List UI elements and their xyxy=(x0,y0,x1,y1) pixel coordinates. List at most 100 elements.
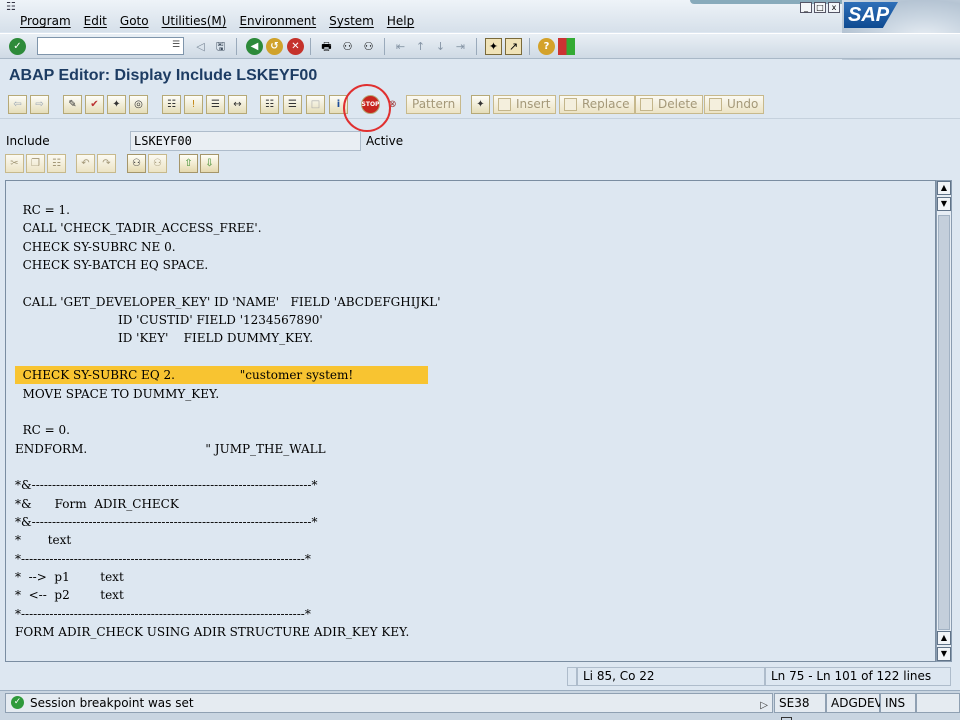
concatenate-icon[interactable]: ✦ xyxy=(471,95,490,114)
redo-edit-icon[interactable]: ↷ xyxy=(97,154,116,173)
next-object-icon[interactable]: ⇨ xyxy=(30,95,49,114)
separator xyxy=(310,38,311,55)
code-line[interactable]: *---------------------------------------… xyxy=(15,605,311,623)
delete-button[interactable]: Delete xyxy=(635,95,704,114)
code-line[interactable]: RC = 1. xyxy=(15,201,70,219)
menu-help[interactable]: Help xyxy=(387,14,414,28)
back-icon[interactable]: ◀ xyxy=(246,38,263,55)
system-menu-icon[interactable]: ☷ xyxy=(6,1,18,13)
undo-button[interactable]: Undo xyxy=(704,95,765,114)
previous-object-icon[interactable]: ⇦ xyxy=(8,95,27,114)
code-line[interactable]: FORM ADIR_CHECK USING ADIR STRUCTURE ADI… xyxy=(15,623,409,641)
first-page-icon[interactable]: ⇤ xyxy=(392,38,409,55)
code-line[interactable]: CHECK SY-BATCH EQ SPACE. xyxy=(15,256,209,274)
copy-icon[interactable]: ❐ xyxy=(26,154,45,173)
code-line[interactable]: ID 'CUSTID' FIELD '1234567890' xyxy=(15,311,323,329)
next-page-icon[interactable]: ↓ xyxy=(432,38,449,55)
menu-program[interactable]: Program xyxy=(20,14,71,28)
help-icon[interactable]: ? xyxy=(538,38,555,55)
undo-edit-icon[interactable]: ↶ xyxy=(76,154,95,173)
editor-find-icon[interactable]: ⚇ xyxy=(127,154,146,173)
undo-label: Undo xyxy=(727,97,759,111)
paste-icon[interactable]: ☷ xyxy=(47,154,66,173)
sap-logo-mark: SAP xyxy=(844,2,898,28)
scroll-bottom-icon[interactable]: ▼ xyxy=(937,647,951,661)
cut-icon[interactable]: ✂ xyxy=(5,154,24,173)
code-line[interactable]: *&--------------------------------------… xyxy=(15,476,317,494)
display-change-icon[interactable]: ✎ xyxy=(63,95,82,114)
code-line[interactable]: *---------------------------------------… xyxy=(15,550,311,568)
collapse-command-icon[interactable]: ◁ xyxy=(192,38,209,55)
code-line[interactable]: CALL 'CHECK_TADIR_ACCESS_FREE'. xyxy=(15,219,262,237)
separator xyxy=(384,38,385,55)
highlight-circle xyxy=(343,84,391,132)
upload-icon[interactable]: ⇧ xyxy=(179,154,198,173)
pretty-printer-icon[interactable]: ☰ xyxy=(283,95,302,114)
insert-icon xyxy=(498,98,511,111)
download-icon[interactable]: ⇩ xyxy=(200,154,219,173)
shortcut-icon[interactable]: ↗ xyxy=(505,38,522,55)
vertical-scrollbar[interactable]: ▲ ▼ ▲ ▼ xyxy=(936,180,952,662)
command-history-icon[interactable]: ☰ xyxy=(171,40,181,52)
minimize-icon[interactable]: _ xyxy=(800,2,812,13)
cancel-icon[interactable]: ✕ xyxy=(287,38,304,55)
scroll-top-icon[interactable]: ▲ xyxy=(937,181,951,195)
code-line[interactable]: * --> p1 text xyxy=(15,568,124,586)
display-object-list-icon[interactable]: ☰ xyxy=(206,95,225,114)
find-next-icon[interactable]: ⚇ xyxy=(360,38,377,55)
code-line[interactable]: * <-- p2 text xyxy=(15,586,124,604)
save-icon[interactable]: 🖫 xyxy=(212,38,229,55)
previous-page-icon[interactable]: ↑ xyxy=(412,38,429,55)
insert-button[interactable]: Insert xyxy=(493,95,557,114)
code-line[interactable]: MOVE SPACE TO DUMMY_KEY. xyxy=(15,385,220,403)
code-line[interactable]: ID 'KEY' FIELD DUMMY_KEY. xyxy=(15,329,313,347)
editor-find-next-icon[interactable]: ⚇ xyxy=(148,154,167,173)
system-toolbar: ✓ ☰ ◁ 🖫 ◀ ↺ ✕ 🖶 ⚇ ⚇ ⇤ ↑ ↓ ⇥ ✦ ↗ ? xyxy=(0,33,960,59)
command-field[interactable]: ☰ xyxy=(37,37,184,55)
status-message-box[interactable]: ✓ Session breakpoint was set ▷ xyxy=(5,693,773,713)
status-expand-icon[interactable]: ▷ xyxy=(760,697,768,715)
include-field[interactable]: LSKEYF00 xyxy=(130,131,361,151)
enter-icon[interactable]: ✓ xyxy=(9,38,26,55)
code-line[interactable]: CHECK SY-SUBRC NE 0. xyxy=(15,238,176,256)
find-icon[interactable]: ⚇ xyxy=(339,38,356,55)
navigation-window-icon[interactable]: ↔ xyxy=(228,95,247,114)
layout-menu-icon[interactable] xyxy=(558,38,575,55)
last-page-icon[interactable]: ⇥ xyxy=(452,38,469,55)
print-icon[interactable]: 🖶 xyxy=(318,38,335,55)
pattern-button[interactable]: Pattern xyxy=(406,95,462,114)
menu-environment[interactable]: Environment xyxy=(239,14,316,28)
scroll-thumb[interactable] xyxy=(938,215,950,630)
activate-icon[interactable]: ✦ xyxy=(107,95,126,114)
create-session-icon[interactable]: ✦ xyxy=(485,38,502,55)
where-used-icon[interactable]: ☷ xyxy=(162,95,181,114)
object-list-icon[interactable]: ! xyxy=(184,95,203,114)
close-window-icon[interactable]: x xyxy=(828,2,840,13)
code-editor[interactable]: RC = 1. CALL 'CHECK_TADIR_ACCESS_FREE'. … xyxy=(5,180,936,662)
code-line[interactable]: * text xyxy=(15,531,71,549)
layout-icon[interactable]: □ xyxy=(306,95,325,114)
maximize-icon[interactable]: □ xyxy=(814,2,826,13)
code-line[interactable]: *&--------------------------------------… xyxy=(15,513,317,531)
test-icon[interactable]: ◎ xyxy=(129,95,148,114)
menu-utilities[interactable]: Utilities(M) xyxy=(162,14,227,28)
replace-button[interactable]: Replace xyxy=(559,95,636,114)
delete-label: Delete xyxy=(658,97,698,111)
check-icon[interactable]: ✔ xyxy=(85,95,104,114)
position-bar: Li 85, Co 22 Ln 75 - Ln 101 of 122 lines xyxy=(0,665,960,687)
code-line[interactable]: RC = 0. xyxy=(15,421,70,439)
scroll-down-small-icon[interactable]: ▼ xyxy=(937,197,951,211)
hierarchy-icon[interactable]: ☷ xyxy=(260,95,279,114)
code-line[interactable]: CALL 'GET_DEVELOPER_KEY' ID 'NAME' FIELD… xyxy=(15,293,441,311)
menu-goto[interactable]: Goto xyxy=(120,14,149,28)
menu-edit[interactable]: Edit xyxy=(84,14,107,28)
code-line[interactable]: *& Form ADIR_CHECK xyxy=(15,495,179,513)
position-spacer xyxy=(567,667,577,686)
code-line[interactable]: ENDFORM. " JUMP_THE_WALL xyxy=(15,440,326,458)
menu-items: Program Edit Goto Utilities(M) Environme… xyxy=(20,14,427,28)
scroll-up-icon[interactable]: ▲ xyxy=(937,631,951,645)
code-line-highlighted[interactable]: CHECK SY-SUBRC EQ 2. "customer system! xyxy=(15,366,428,385)
menu-system[interactable]: System xyxy=(329,14,374,28)
exit-icon[interactable]: ↺ xyxy=(266,38,283,55)
replace-icon xyxy=(564,98,577,111)
